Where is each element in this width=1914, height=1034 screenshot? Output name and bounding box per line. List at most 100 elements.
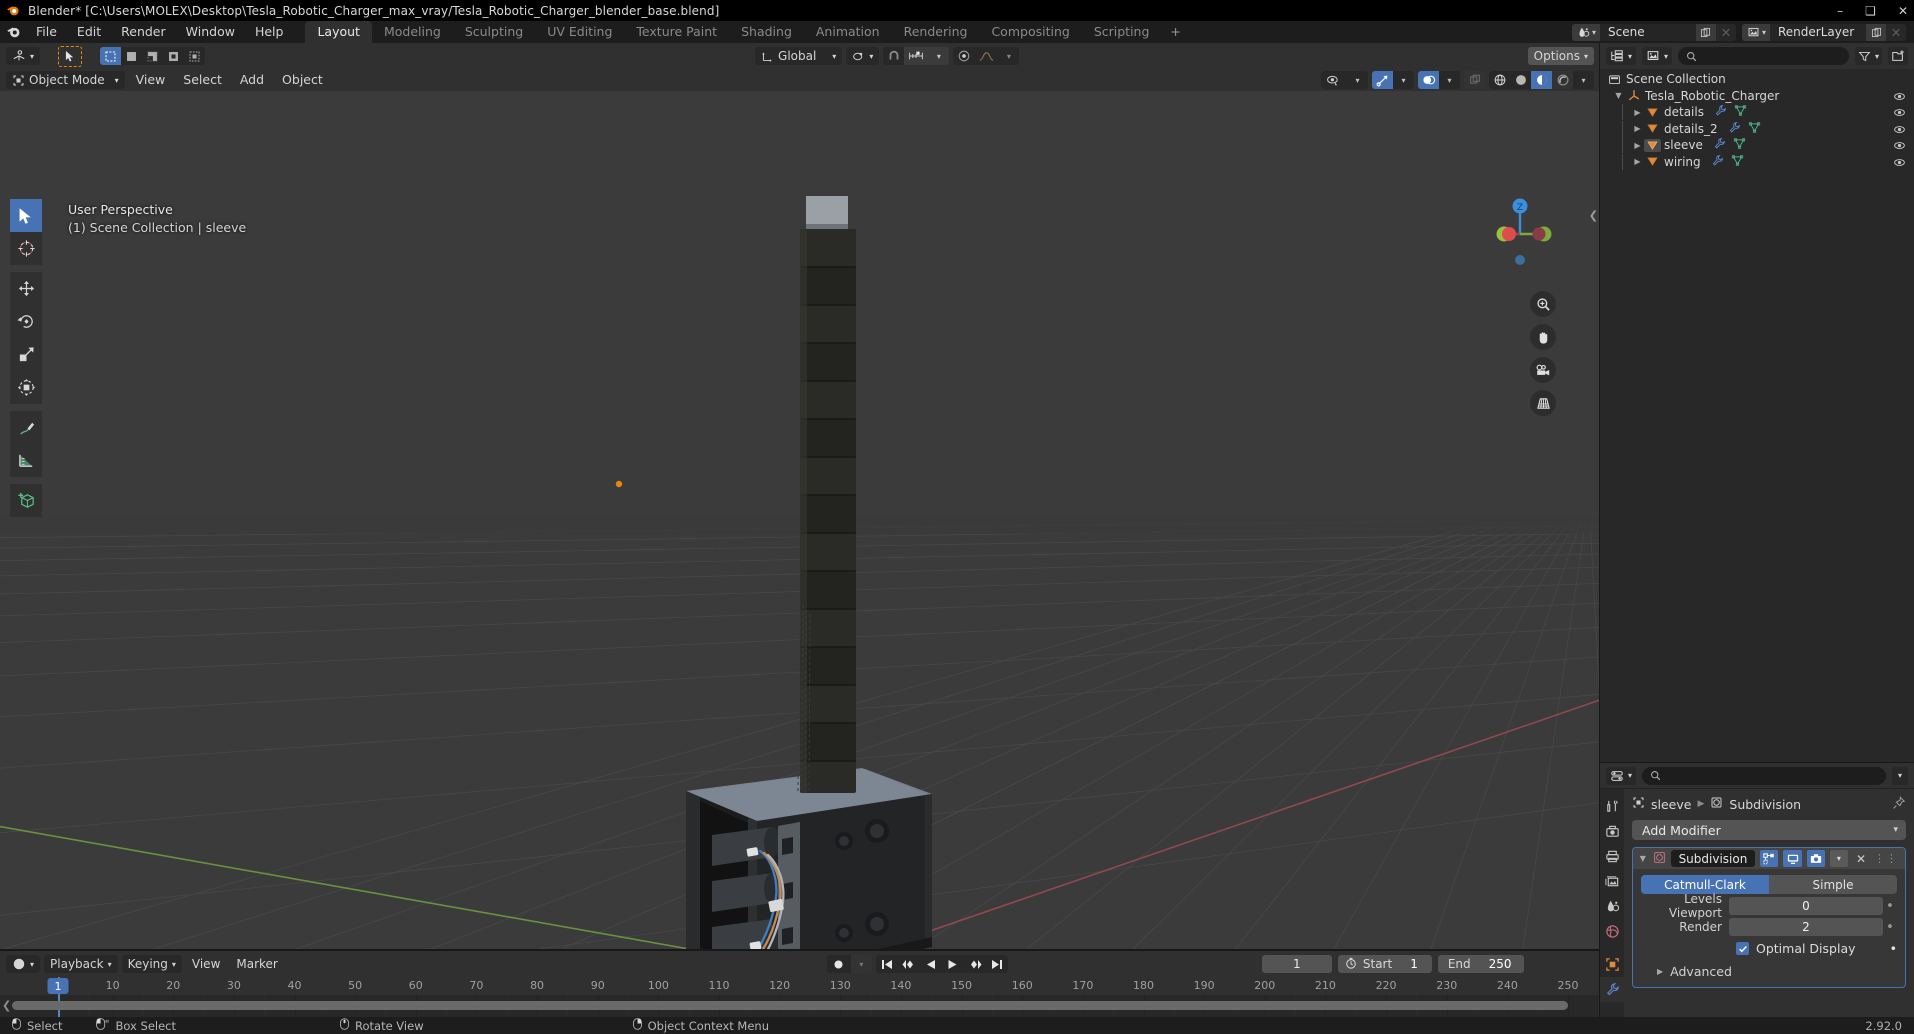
editor-separator-vertical[interactable] — [1599, 43, 1600, 1017]
outliner-row-sleeve[interactable]: ▶ sleeve — [1600, 137, 1914, 154]
measure-tool-icon[interactable] — [10, 444, 42, 477]
viewport-sidebar-toggle[interactable]: ❮ — [1589, 209, 1598, 222]
shading-chevron-icon[interactable]: ▾ — [1573, 71, 1594, 89]
timeline-menu-view[interactable]: View — [186, 955, 226, 973]
close-icon[interactable]: ✕ — [1853, 852, 1869, 866]
tool-tab[interactable] — [1600, 794, 1624, 819]
modifier-wrench-icon[interactable] — [1728, 121, 1741, 137]
mesh-triangle-icon[interactable] — [1748, 121, 1761, 137]
auto-key-chevron-icon[interactable]: ▾ — [850, 955, 872, 973]
editor-separator-horizontal[interactable] — [1600, 762, 1914, 763]
subtract-select-icon[interactable] — [142, 47, 163, 65]
mesh-triangle-icon[interactable] — [1731, 154, 1744, 170]
add-modifier-button[interactable]: Add Modifier ▾ — [1632, 820, 1906, 840]
scale-tool-icon[interactable] — [10, 338, 42, 371]
modifier-wrench-icon[interactable] — [1711, 154, 1724, 170]
end-frame-field[interactable]: End 250 — [1437, 955, 1524, 973]
properties-editor-type[interactable]: ▾ — [1606, 766, 1637, 785]
editor-separator-timeline[interactable] — [0, 949, 1600, 951]
current-frame-field[interactable]: 1 — [1261, 955, 1332, 973]
mesh-triangle-icon[interactable] — [1734, 104, 1747, 120]
material-preview-shading-icon[interactable] — [1531, 71, 1552, 89]
invert-select-icon[interactable] — [163, 47, 184, 65]
render-levels-value[interactable]: 2 — [1729, 918, 1883, 936]
play-reverse-button[interactable] — [920, 955, 942, 973]
menu-render[interactable]: Render — [111, 21, 176, 43]
start-frame-field[interactable]: Start 1 — [1337, 955, 1432, 973]
animate-property-dot[interactable]: • — [1883, 920, 1897, 935]
outliner-search-input[interactable] — [1678, 47, 1849, 65]
add-workspace-button[interactable]: + — [1161, 21, 1189, 43]
object-visibility-icon[interactable] — [1321, 71, 1347, 89]
wireframe-shading-icon[interactable] — [1489, 71, 1510, 89]
menu-help[interactable]: Help — [245, 21, 294, 43]
tab-sculpting[interactable]: Sculpting — [453, 21, 535, 43]
filter-icon[interactable]: ▾ — [1854, 47, 1882, 65]
viewlayer-selector[interactable]: ▾ RenderLayer ✕ — [1741, 23, 1906, 41]
tab-layout[interactable]: Layout — [305, 21, 372, 43]
properties-options-chevron-icon[interactable]: ▾ — [1891, 766, 1908, 785]
maximize-button[interactable]: ❑ — [1865, 5, 1876, 17]
new-collection-icon[interactable] — [1888, 47, 1908, 65]
levels-viewport-value[interactable]: 0 — [1729, 897, 1883, 915]
outliner-display-mode[interactable]: ▾ — [1642, 47, 1673, 65]
viewport-menu-object[interactable]: Object — [273, 69, 332, 91]
editor-type-selector[interactable]: ▾ — [6, 47, 41, 65]
mesh-triangle-icon[interactable] — [1733, 137, 1746, 153]
jump-to-start-button[interactable] — [876, 955, 898, 973]
options-button[interactable]: Options ▾ — [1527, 47, 1594, 65]
edit-mode-toggle[interactable] — [1783, 850, 1802, 867]
viewport-menu-select[interactable]: Select — [174, 69, 231, 91]
solid-shading-icon[interactable] — [1510, 71, 1531, 89]
tweak-tool-icon[interactable] — [10, 199, 42, 232]
tab-modeling[interactable]: Modeling — [372, 21, 453, 43]
prev-keyframe-button[interactable] — [898, 955, 920, 973]
snap-magnet-icon[interactable] — [883, 47, 904, 65]
proportional-edit-icon[interactable] — [953, 47, 974, 65]
new-viewlayer-button[interactable] — [1866, 23, 1886, 41]
advanced-section[interactable]: ▶ Advanced — [1641, 964, 1897, 979]
playback-menu[interactable]: Playback ▾ — [44, 955, 118, 973]
tab-compositing[interactable]: Compositing — [979, 21, 1081, 43]
jump-to-end-button[interactable] — [986, 955, 1008, 973]
menu-window[interactable]: Window — [176, 21, 245, 43]
modifier-wrench-icon[interactable] — [1714, 104, 1727, 120]
play-button[interactable] — [942, 955, 964, 973]
outliner-row-details-2[interactable]: ▶ details_2 — [1600, 120, 1914, 138]
navigation-gizmo[interactable]: Z — [1482, 196, 1558, 272]
new-scene-button[interactable] — [1695, 23, 1716, 41]
tab-rendering[interactable]: Rendering — [892, 21, 980, 43]
viewport-menu-view[interactable]: View — [127, 69, 175, 91]
transform-tool-icon[interactable] — [10, 371, 42, 404]
intersect-select-icon[interactable] — [184, 47, 205, 65]
timeline-editor-type[interactable]: ▾ — [6, 955, 41, 973]
timeline-body[interactable]: 10 20 30 40 50 60 70 80 90 100 110 120 130 140 150 160 1… — [0, 977, 1600, 1017]
simple-option[interactable]: Simple — [1769, 875, 1897, 894]
chevron-right-icon[interactable]: ▶ — [1631, 157, 1644, 166]
extend-select-icon[interactable] — [121, 47, 142, 65]
record-icon[interactable] — [827, 955, 851, 973]
annotate-tool-icon[interactable] — [10, 411, 42, 444]
object-tab[interactable] — [1600, 952, 1624, 977]
menu-edit[interactable]: Edit — [67, 21, 111, 43]
timeline-menu-marker[interactable]: Marker — [230, 955, 283, 973]
pan-hand-icon[interactable] — [1530, 324, 1556, 350]
box-select-icon[interactable] — [100, 47, 122, 65]
object-mode-selector[interactable]: Object Mode ▾ — [6, 71, 125, 89]
modifier-wrench-icon[interactable] — [1713, 137, 1726, 153]
minimize-button[interactable]: – — [1837, 5, 1843, 17]
menu-file[interactable]: File — [26, 21, 67, 43]
visibility-chevron-icon[interactable]: ▾ — [1347, 71, 1368, 89]
tab-animation[interactable]: Animation — [804, 21, 892, 43]
scene-selector[interactable]: ▾ Scene ✕ — [1571, 23, 1736, 41]
animate-property-dot[interactable]: • — [1883, 899, 1897, 914]
outliner-row-details[interactable]: ▶ details — [1600, 104, 1914, 121]
modifier-extras-chevron-icon[interactable]: ▾ — [1829, 850, 1848, 867]
rendered-shading-icon[interactable] — [1552, 71, 1573, 89]
scene-name[interactable]: Scene — [1599, 23, 1696, 41]
chevron-right-icon[interactable]: ▶ — [1631, 141, 1644, 150]
xray-toggle-icon[interactable] — [1464, 71, 1485, 89]
tab-scripting[interactable]: Scripting — [1082, 21, 1162, 43]
add-cube-tool-icon[interactable] — [10, 484, 42, 517]
scene-tab[interactable] — [1600, 894, 1624, 919]
